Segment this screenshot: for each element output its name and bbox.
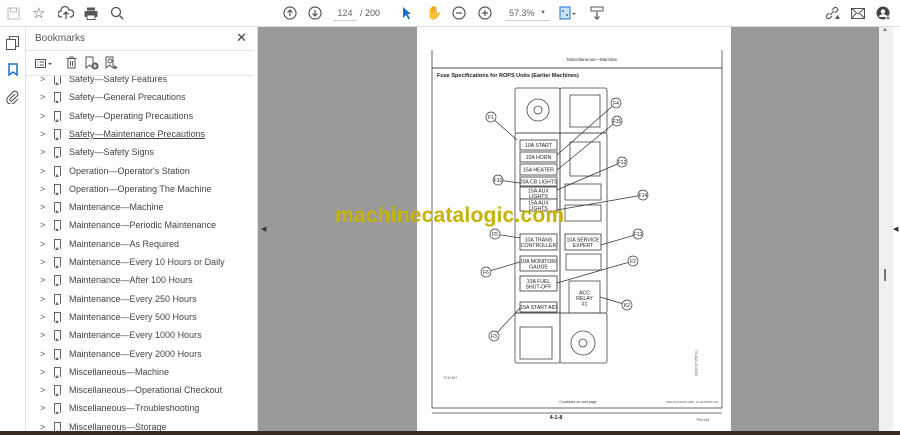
fuse-label: EXPERT: [573, 243, 594, 249]
callout-leader: [600, 233, 639, 246]
section-title: Fuse Specifications for ROPS Units (Earl…: [437, 73, 579, 79]
fuse-label: 15A START AID: [520, 305, 557, 311]
callout-label: F3: [491, 334, 497, 340]
page-number: 4-1-8: [550, 415, 563, 421]
fuse-label: 10A START: [525, 143, 553, 149]
callout-leader: [556, 161, 623, 191]
callout-label: F5: [492, 232, 498, 238]
callout-label: K2: [624, 303, 630, 309]
fuse-label: GAUGE: [529, 264, 548, 270]
callout-label: F2: [630, 259, 636, 265]
continued-note: Continued on next page: [559, 400, 596, 404]
fuse-label: #1: [582, 302, 588, 308]
fuse-diagram: 10A START 10A HORN 15A HEATER 20A CB LIGHTS…: [431, 50, 723, 422]
callout-leader: [556, 194, 644, 211]
taskbar-edge: [0, 431, 900, 435]
page-ref: PN=124: [697, 418, 710, 422]
callout-label: F15: [613, 119, 622, 125]
side-code: TX,4110,JC,00054: [694, 350, 698, 377]
page-header: Miscellaneous—Machine: [567, 57, 618, 62]
callout-label: F1: [488, 115, 494, 121]
fuse-label: LIGHTS: [529, 206, 548, 212]
figure-id: TX10197: [443, 376, 457, 380]
callout-label: F6: [483, 270, 489, 276]
fuse-label: 15A HEATER: [523, 168, 554, 174]
footer-code: CED,OUO1036,1985 -19-24APR96-2/3: [666, 400, 719, 404]
callout-label: F10: [494, 178, 503, 184]
callout-leader: [493, 307, 521, 337]
fuse-label: SHUT-OFF: [526, 284, 552, 290]
fuse-label: CONTROLLER: [521, 243, 557, 249]
fuse-label: 10A HORN: [526, 155, 552, 161]
callout-label: F14: [639, 193, 648, 199]
callout-leader: [556, 260, 634, 284]
callout-label: F4: [613, 101, 619, 107]
callout-label: F13: [634, 232, 643, 238]
fuse-label: 20A CB LIGHTS: [520, 180, 558, 186]
callout-label: F12: [618, 160, 627, 166]
